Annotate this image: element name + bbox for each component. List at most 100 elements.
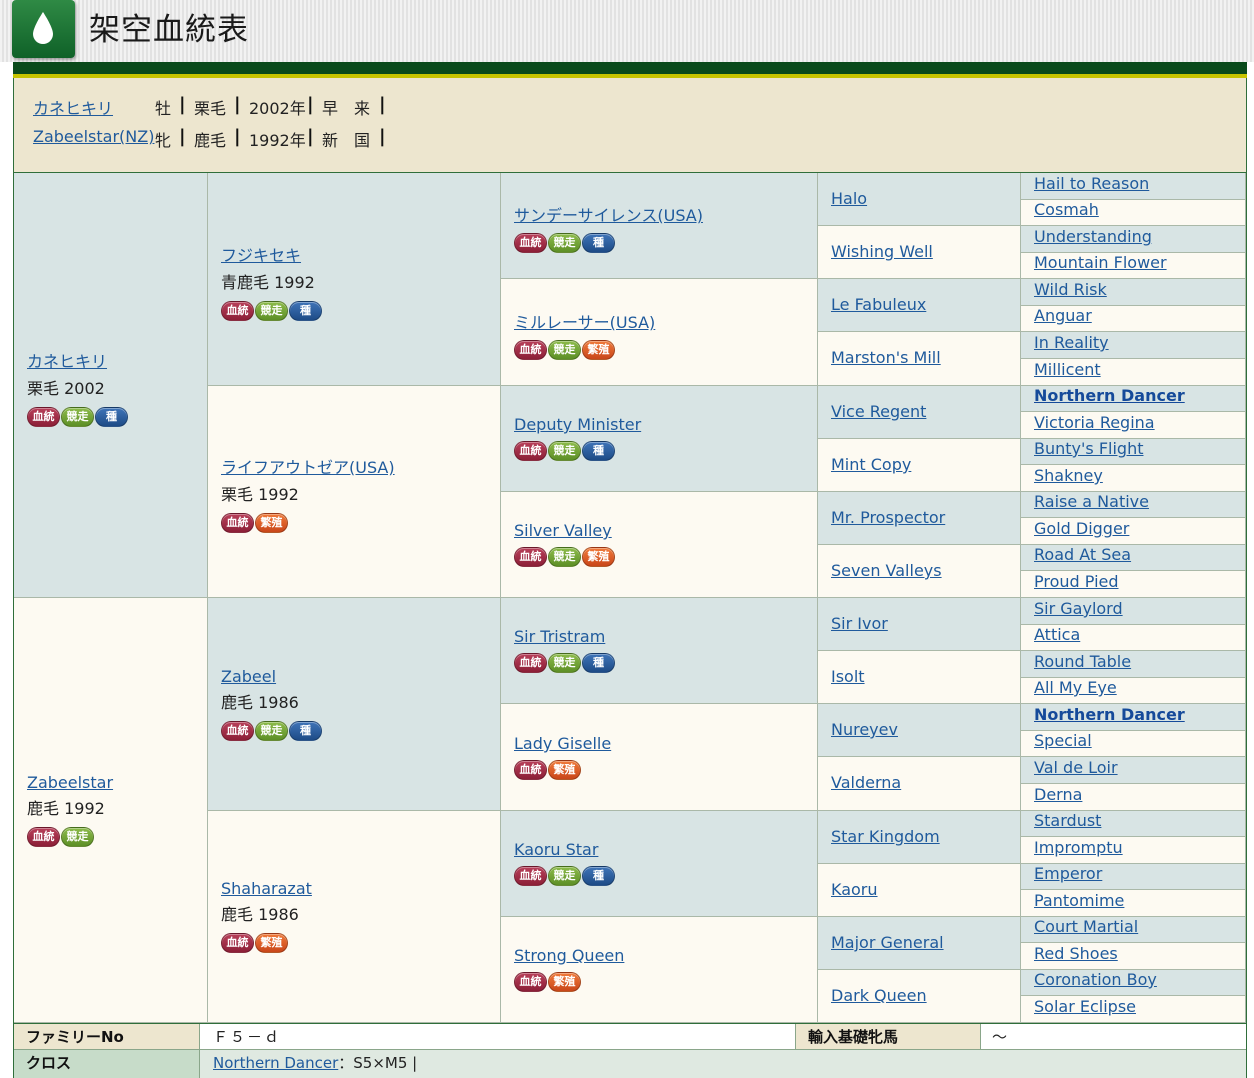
badge-race[interactable]: 競走	[548, 340, 581, 360]
horse-name-link[interactable]: Raise a Native	[1034, 492, 1149, 511]
horse-name-link[interactable]: Le Fabuleux	[831, 295, 926, 314]
horse-name-link[interactable]: Zabeelstar	[27, 773, 113, 792]
badge-blood[interactable]: 血統	[514, 547, 547, 567]
horse-name-link[interactable]: Impromptu	[1034, 838, 1123, 857]
badge-stud[interactable]: 種	[582, 653, 615, 673]
horse-name-link[interactable]: Zabeel	[221, 667, 322, 686]
horse-name-link[interactable]: Cosmah	[1034, 200, 1099, 219]
horse-name-link[interactable]: Proud Pied	[1034, 572, 1119, 591]
horse-name-link[interactable]: Star Kingdom	[831, 827, 940, 846]
horse-name-link[interactable]: Kaoru Star	[514, 840, 615, 859]
badge-race[interactable]: 競走	[548, 233, 581, 253]
horse-name-link[interactable]: Kaoru	[831, 880, 878, 899]
horse-name-link[interactable]: Mint Copy	[831, 455, 911, 474]
badge-race[interactable]: 競走	[548, 653, 581, 673]
badge-stud[interactable]: 種	[582, 233, 615, 253]
horse-name-link[interactable]: Strong Queen	[514, 946, 624, 965]
badge-stud[interactable]: 種	[289, 301, 322, 321]
horse-name-link[interactable]: サンデーサイレンス(USA)	[514, 202, 703, 226]
badge-breed[interactable]: 繁殖	[255, 513, 288, 533]
horse-name-link[interactable]: Coronation Boy	[1034, 970, 1157, 989]
horse-name-link[interactable]: Sir Gaylord	[1034, 599, 1123, 618]
badge-breed[interactable]: 繁殖	[548, 760, 581, 780]
badge-stud[interactable]: 種	[95, 407, 128, 427]
badge-blood[interactable]: 血統	[514, 653, 547, 673]
horse-name-link[interactable]: ミルレーサー(USA)	[514, 309, 655, 333]
badge-race[interactable]: 競走	[255, 721, 288, 741]
horse-name-link[interactable]: Attica	[1034, 625, 1080, 644]
horse-name-link[interactable]: Silver Valley	[514, 521, 615, 540]
horse-name-link[interactable]: All My Eye	[1034, 678, 1117, 697]
horse-name-link[interactable]: ライフアウトゼア(USA)	[221, 454, 395, 478]
horse-name-link[interactable]: Stardust	[1034, 811, 1101, 830]
badge-race[interactable]: 競走	[548, 441, 581, 461]
horse-name-link[interactable]: Sir Tristram	[514, 627, 615, 646]
horse-name-link[interactable]: Valderna	[831, 773, 901, 792]
badge-blood[interactable]: 血統	[221, 513, 254, 533]
horse-name-link[interactable]: Nureyev	[831, 720, 898, 739]
horse-name-link[interactable]: Anguar	[1034, 306, 1092, 325]
badge-race[interactable]: 競走	[61, 407, 94, 427]
horse-name-link[interactable]: Road At Sea	[1034, 545, 1131, 564]
badge-blood[interactable]: 血統	[514, 441, 547, 461]
badge-stud[interactable]: 種	[582, 866, 615, 886]
horse-name-link[interactable]: Hail to Reason	[1034, 174, 1149, 193]
horse-name-link[interactable]: Mr. Prospector	[831, 508, 945, 527]
horse-name-link[interactable]: Lady Giselle	[514, 734, 611, 753]
horse-name-link[interactable]: Sir Ivor	[831, 614, 888, 633]
horse-name-link[interactable]: Halo	[831, 189, 867, 208]
horse-name-link[interactable]: Bunty's Flight	[1034, 439, 1143, 458]
horse-name-link[interactable]: Northern Dancer	[1034, 386, 1185, 405]
badge-blood[interactable]: 血統	[27, 827, 60, 847]
horse-name-link[interactable]: In Reality	[1034, 333, 1109, 352]
summary-dam-link[interactable]: Zabeelstar(NZ)	[33, 127, 154, 146]
horse-name-link[interactable]: Seven Valleys	[831, 561, 942, 580]
horse-name-link[interactable]: Gold Digger	[1034, 519, 1129, 538]
horse-name-link[interactable]: Court Martial	[1034, 917, 1138, 936]
horse-name-link[interactable]: Red Shoes	[1034, 944, 1118, 963]
badge-breed[interactable]: 繁殖	[582, 340, 615, 360]
horse-name-link[interactable]: Wishing Well	[831, 242, 933, 261]
horse-name-link[interactable]: Vice Regent	[831, 402, 926, 421]
badge-race[interactable]: 競走	[548, 547, 581, 567]
badge-stud[interactable]: 種	[289, 721, 322, 741]
horse-name-link[interactable]: Round Table	[1034, 652, 1131, 671]
badge-blood[interactable]: 血統	[514, 233, 547, 253]
horse-name-link[interactable]: Isolt	[831, 667, 865, 686]
badge-race[interactable]: 競走	[255, 301, 288, 321]
horse-name-link[interactable]: Northern Dancer	[1034, 705, 1185, 724]
badge-blood[interactable]: 血統	[514, 340, 547, 360]
badge-blood[interactable]: 血統	[221, 721, 254, 741]
horse-name-link[interactable]: Derna	[1034, 785, 1082, 804]
horse-name-link[interactable]: Emperor	[1034, 864, 1102, 883]
badge-blood[interactable]: 血統	[514, 866, 547, 886]
horse-name-link[interactable]: フジキセキ	[221, 242, 322, 266]
horse-name-link[interactable]: Val de Loir	[1034, 758, 1118, 777]
badge-blood[interactable]: 血統	[221, 301, 254, 321]
horse-name-link[interactable]: Solar Eclipse	[1034, 997, 1136, 1016]
badge-blood[interactable]: 血統	[514, 760, 547, 780]
horse-name-link[interactable]: Pantomime	[1034, 891, 1124, 910]
horse-name-link[interactable]: Victoria Regina	[1034, 413, 1155, 432]
badge-stud[interactable]: 種	[582, 441, 615, 461]
horse-name-link[interactable]: Major General	[831, 933, 944, 952]
badge-race[interactable]: 競走	[61, 827, 94, 847]
horse-name-link[interactable]: Deputy Minister	[514, 415, 641, 434]
horse-name-link[interactable]: Shakney	[1034, 466, 1103, 485]
horse-name-link[interactable]: Wild Risk	[1034, 280, 1107, 299]
badge-breed[interactable]: 繁殖	[255, 933, 288, 953]
horse-name-link[interactable]: Special	[1034, 731, 1092, 750]
horse-name-link[interactable]: Understanding	[1034, 227, 1152, 246]
horse-name-link[interactable]: Marston's Mill	[831, 348, 941, 367]
summary-horse-link[interactable]: カネヒキリ	[33, 99, 113, 118]
horse-name-link[interactable]: Dark Queen	[831, 986, 927, 1005]
horse-name-link[interactable]: Mountain Flower	[1034, 253, 1167, 272]
cross-horse-link[interactable]: Northern Dancer	[213, 1054, 338, 1072]
badge-blood[interactable]: 血統	[27, 407, 60, 427]
horse-name-link[interactable]: Millicent	[1034, 360, 1101, 379]
badge-blood[interactable]: 血統	[221, 933, 254, 953]
horse-name-link[interactable]: カネヒキリ	[27, 348, 128, 372]
badge-race[interactable]: 競走	[548, 866, 581, 886]
badge-breed[interactable]: 繁殖	[548, 972, 581, 992]
badge-breed[interactable]: 繁殖	[582, 547, 615, 567]
